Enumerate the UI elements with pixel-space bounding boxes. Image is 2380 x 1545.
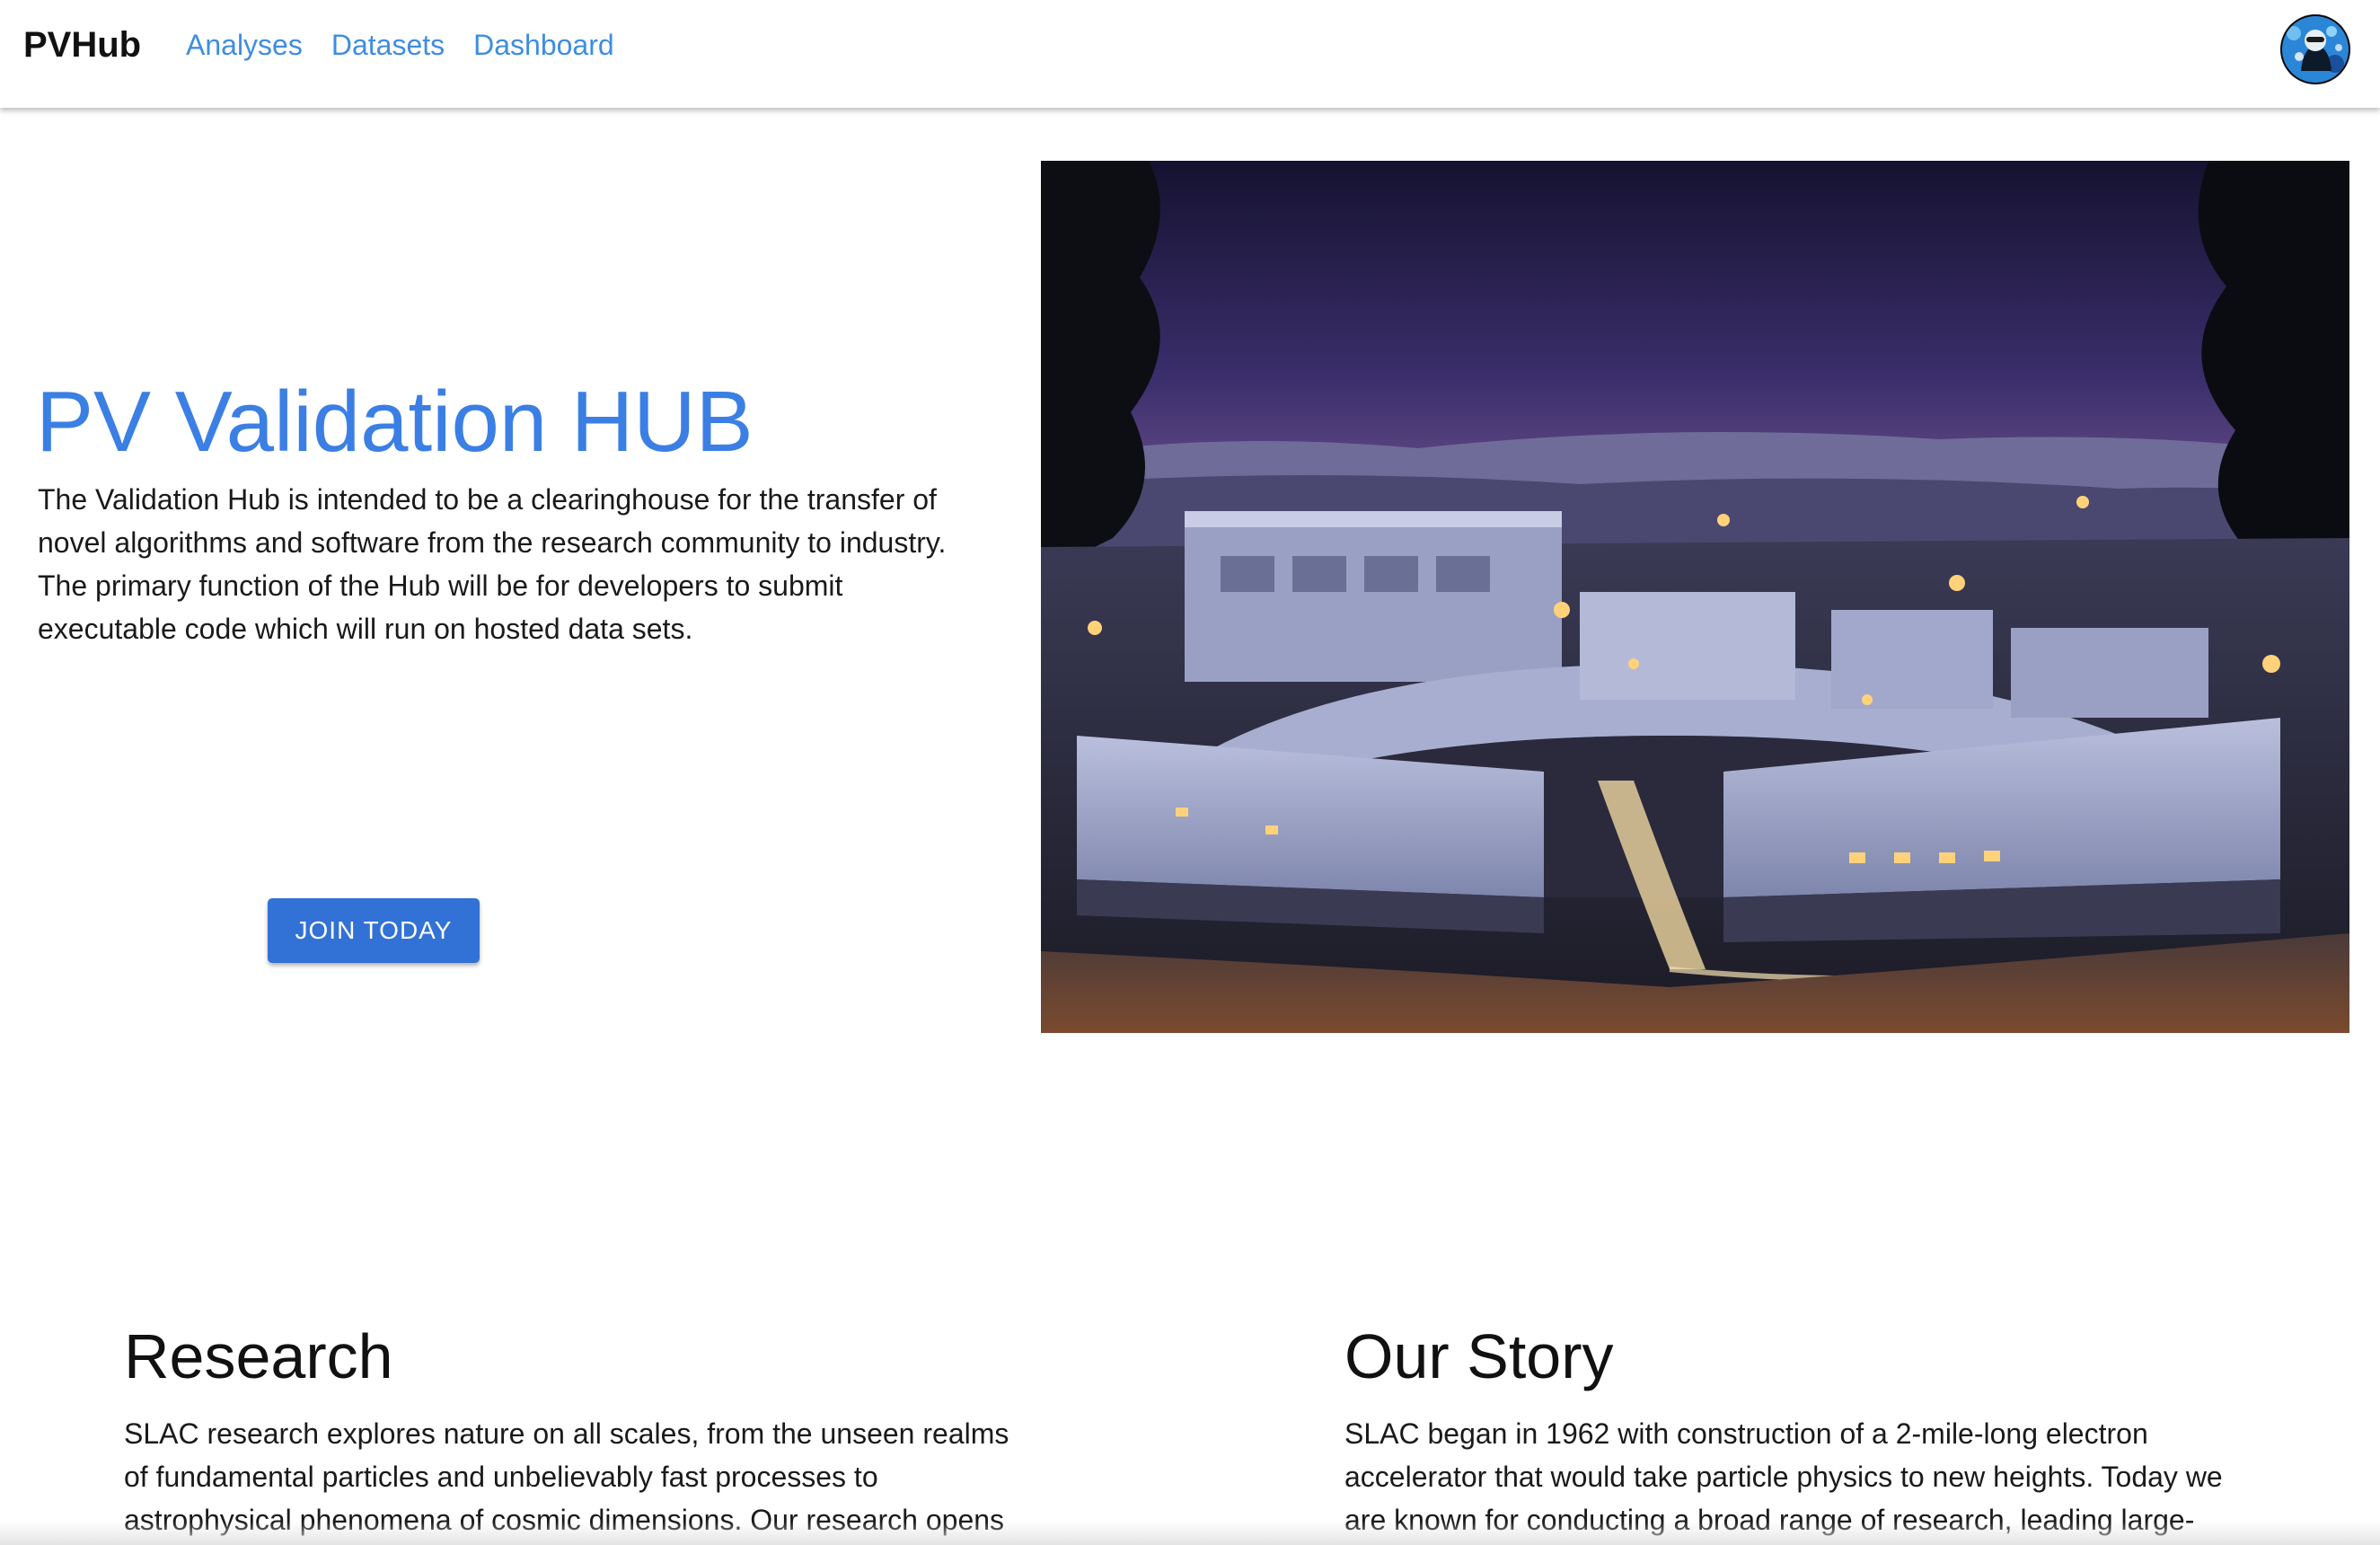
research-title: Research xyxy=(124,1321,393,1391)
nav-link-datasets[interactable]: Datasets xyxy=(331,29,445,62)
slac-campus-night-photo-icon xyxy=(1041,161,2349,1033)
nav-link-dashboard[interactable]: Dashboard xyxy=(473,29,614,62)
slac-campus-photo xyxy=(1041,161,2349,1033)
our-story-section: Our Story SLAC began in 1962 with constr… xyxy=(1344,1320,2270,1541)
research-section: Research SLAC research explores nature o… xyxy=(124,1320,1040,1541)
join-today-button[interactable]: JOIN TODAY xyxy=(268,898,480,963)
nav-links: Analyses Datasets Dashboard xyxy=(186,29,614,62)
nav-link-analyses[interactable]: Analyses xyxy=(186,29,303,62)
hero-description: The Validation Hub is intended to be a c… xyxy=(38,483,947,645)
user-avatar[interactable] xyxy=(2279,13,2351,85)
scroll-fade xyxy=(0,1522,2380,1545)
our-story-title: Our Story xyxy=(1344,1321,1614,1391)
top-navbar: PVHub Analyses Datasets Dashboard xyxy=(0,0,2380,108)
brand-logo[interactable]: PVHub xyxy=(23,25,141,66)
hero-title: PV Validation HUB xyxy=(36,374,754,470)
